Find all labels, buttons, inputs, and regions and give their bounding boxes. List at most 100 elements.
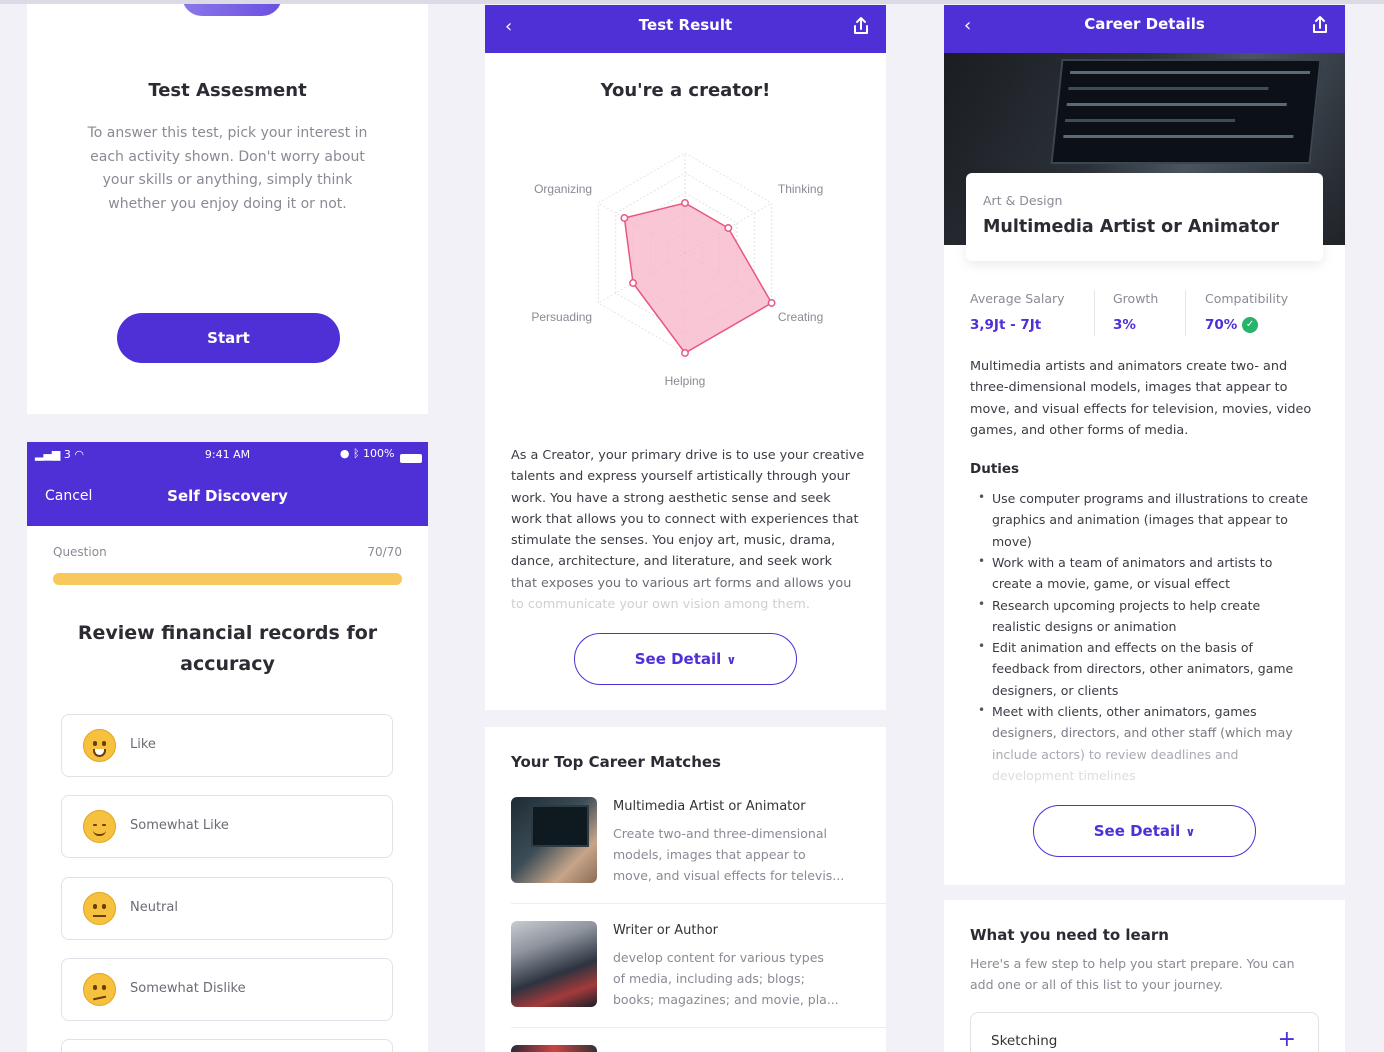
desc-line: Multimedia artists and animators create …: [970, 359, 1288, 374]
battery-icon: [400, 453, 422, 463]
career-title: Multimedia Artist or Animator: [613, 799, 806, 814]
monitor-graphic: [1050, 59, 1322, 164]
instruction-line: whether you enjoy doing it or not.: [108, 195, 347, 212]
header: ‹ Test Result: [485, 5, 886, 53]
learn-item-label: Sketching: [991, 1033, 1058, 1049]
learn-desc-line: Here's a few step to help you start prep…: [970, 956, 1295, 971]
paragraph-line: talents and express yourself artisticall…: [511, 469, 851, 485]
stat-divider: [1185, 290, 1186, 336]
compatibility-label: Compatibility: [1205, 291, 1289, 306]
radar-point: [620, 214, 629, 222]
question-line: accuracy: [180, 653, 275, 675]
career-description: Create two-and three-dimensional models,…: [613, 823, 853, 886]
bullet: •: [978, 703, 986, 717]
instruction-line: each activity shown. Don't worry about: [90, 148, 365, 165]
duty-line: include actors) to review deadlines and: [992, 746, 1239, 762]
compatibility-percent: 70%: [1205, 317, 1238, 333]
duty-item: Meet with clients, other animators, game…: [992, 701, 1322, 787]
duty-item: Use computer programs and illustrations …: [992, 488, 1322, 552]
share-icon[interactable]: [852, 16, 870, 36]
duty-item: Edit animation and effects on the basis …: [992, 637, 1322, 701]
compatibility-value: 70% ✓: [1205, 317, 1259, 333]
see-detail-label: See Detail: [634, 650, 722, 668]
career-thumbnail: [511, 797, 597, 883]
see-detail-label: See Detail: [1093, 822, 1181, 840]
radar-axis-label: Organizing: [534, 182, 592, 196]
radar-axis-label: Creating: [778, 310, 823, 324]
result-paragraph: As a Creator, your primary drive is to u…: [511, 445, 871, 615]
monitor-graphic: [531, 805, 589, 847]
career-title: Multimedia Artist or Animator: [983, 217, 1279, 237]
learn-item-sketching[interactable]: Sketching +: [970, 1012, 1319, 1052]
desc-line: of media, including ads; blogs;: [613, 971, 805, 986]
paragraph-line: work. You have a strong aesthetic sense …: [511, 490, 831, 506]
plus-icon[interactable]: +: [1278, 1027, 1296, 1052]
test-assessment-screen: Test Assesment To answer this test, pick…: [27, 4, 428, 414]
chevron-down-icon: ∨: [726, 653, 737, 667]
career-thumbnail: [511, 1045, 597, 1052]
divider: [511, 1027, 886, 1028]
growth-value: 3%: [1113, 317, 1136, 333]
option-next[interactable]: [61, 1039, 393, 1052]
header: ‹ Career Details: [944, 5, 1345, 53]
question-label: Question: [53, 545, 107, 559]
career-match-item[interactable]: Multimedia Artist or Animator Create two…: [511, 797, 885, 897]
progress-track: [53, 573, 402, 585]
desc-line: Create two-and three-dimensional: [613, 826, 827, 841]
option-label: Like: [130, 737, 156, 752]
start-button[interactable]: Start: [117, 313, 340, 363]
learn-desc-line: add one or all of this list to your jour…: [970, 977, 1223, 993]
radar-point: [681, 199, 689, 207]
option-like[interactable]: Like: [61, 714, 393, 777]
desc-line: develop content for various types: [613, 950, 824, 965]
duties-title: Duties: [970, 461, 1020, 477]
career-category: Art & Design: [983, 193, 1063, 208]
paragraph-line: to communicate your own vision among the…: [511, 597, 810, 613]
paragraph-line: As a Creator, your primary drive is to u…: [511, 448, 865, 463]
page-title: Test Assesment: [148, 80, 307, 101]
alarm-icon: ●: [339, 447, 350, 460]
progress-fill: [53, 573, 402, 585]
grinning-face-icon: [83, 729, 116, 762]
career-match-item[interactable]: Writer or Author develop content for var…: [511, 921, 885, 1021]
career-details-screen: ‹ Career Details Art & Design Multimedia…: [944, 5, 1345, 885]
confused-face-icon: [83, 973, 116, 1006]
career-description: develop content for various types of med…: [613, 947, 853, 1010]
option-somewhat-like[interactable]: Somewhat Like: [61, 795, 393, 858]
share-icon[interactable]: [1311, 15, 1329, 35]
illustration-shape: [182, 4, 282, 16]
status-right: ● ᛒ 100%: [339, 447, 422, 463]
desc-line: models, images that appear to: [613, 847, 806, 862]
duty-line: move): [992, 533, 1032, 549]
question-line: Review financial records for: [77, 622, 378, 644]
instruction-line: your skills or anything, simply think: [102, 172, 353, 188]
screen-title: Career Details: [1084, 15, 1205, 33]
duty-line: graphics and animation (images that appe…: [992, 512, 1288, 528]
career-description: Multimedia artists and animators create …: [970, 356, 1325, 441]
duty-line: create a movie, game, or visual effect: [992, 576, 1230, 592]
question-count: 70/70: [367, 545, 402, 559]
duty-line: designers, directors, and other staff (w…: [992, 725, 1293, 741]
duty-line: development timelines: [992, 768, 1136, 784]
instructions: To answer this test, pick your interest …: [27, 122, 428, 216]
salary-value: 3,9Jt - 7Jt: [970, 317, 1042, 333]
duty-line: Research upcoming projects to help creat…: [992, 598, 1261, 613]
option-neutral[interactable]: Neutral: [61, 877, 393, 940]
learn-title: What you need to learn: [970, 926, 1169, 944]
bullet: •: [978, 639, 986, 653]
bullet: •: [978, 554, 986, 568]
radar-point: [724, 224, 733, 232]
option-somewhat-dislike[interactable]: Somewhat Dislike: [61, 958, 393, 1021]
duty-line: realistic designs or animation: [992, 619, 1177, 635]
bullet: •: [978, 597, 986, 611]
desc-line: three-dimensional models, images that ap…: [970, 380, 1288, 396]
duty-line: designers, or clients: [992, 682, 1119, 698]
test-result-screen: ‹ Test Result You're a creator! Building…: [485, 5, 886, 710]
see-detail-button[interactable]: See Detail ∨: [1033, 805, 1256, 857]
desc-line: move, and visual effects for televis...: [613, 868, 845, 883]
paragraph-line: dance, architecture, and literature, and…: [511, 554, 833, 570]
career-thumbnail: [511, 921, 597, 1007]
radar-axis-label: Thinking: [778, 182, 823, 196]
see-detail-button[interactable]: See Detail ∨: [574, 633, 797, 685]
result-headline: You're a creator!: [600, 80, 771, 101]
